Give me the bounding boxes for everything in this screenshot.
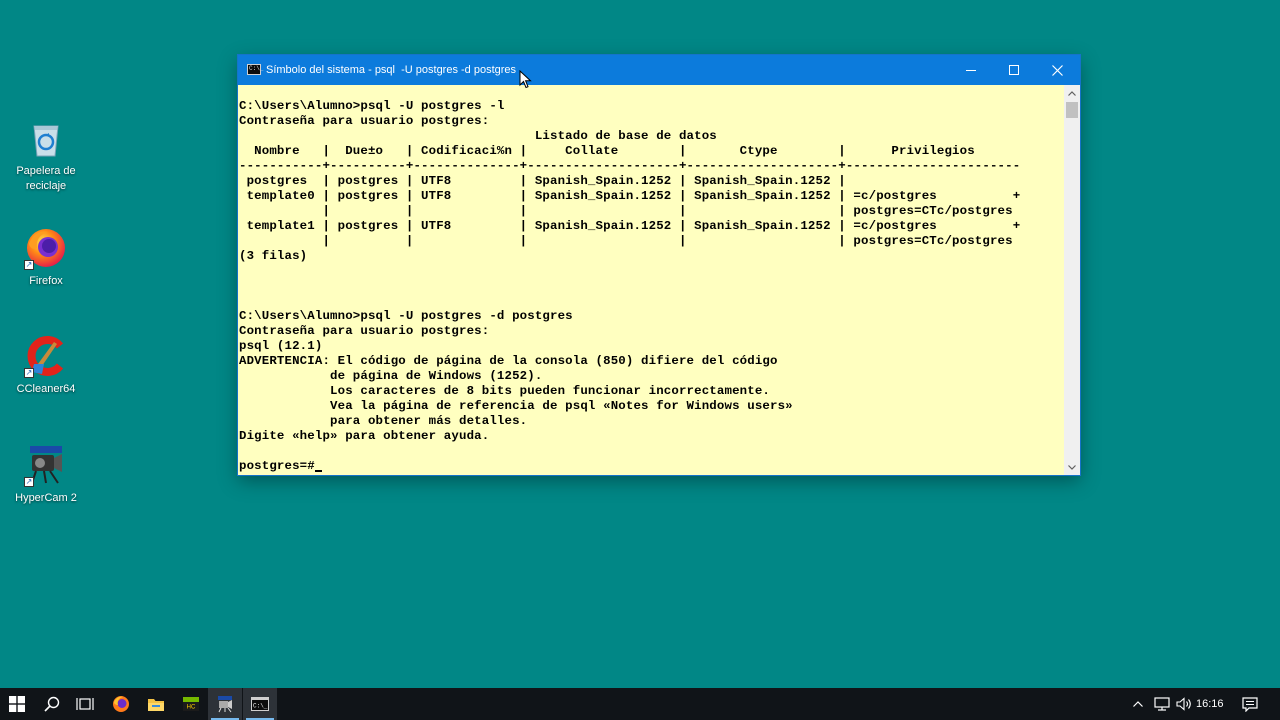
window-titlebar[interactable]: C:\_ Símbolo del sistema - psql -U postg… — [238, 55, 1080, 85]
console-line: Contraseña para usuario postgres: — [239, 324, 490, 338]
windows-start-icon — [9, 696, 25, 712]
close-icon — [1051, 64, 1063, 76]
action-center-button[interactable] — [1238, 688, 1262, 720]
desktop-icon-hypercam[interactable]: ↗ HyperCam 2 — [6, 443, 86, 506]
network-icon — [1154, 697, 1170, 711]
taskbar-hypercam[interactable] — [208, 688, 242, 720]
console-line: Listado de base de datos — [534, 129, 717, 143]
chevron-up-icon — [1068, 90, 1076, 96]
console-line: C:\Users\Alumno>psql -U postgres -d post… — [239, 309, 573, 323]
console-text: C:\Users\Alumno>psql -U postgres -l Cont… — [238, 85, 1064, 474]
maximize-button[interactable] — [992, 55, 1036, 85]
search-button[interactable] — [35, 688, 69, 720]
desktop-icon-label: reciclaje — [25, 180, 67, 192]
file-explorer-icon — [148, 699, 164, 711]
console-line: -----------+----------+--------------+--… — [239, 159, 1021, 173]
tray-overflow-button[interactable] — [1128, 688, 1148, 720]
shortcut-arrow-icon: ↗ — [24, 260, 34, 270]
console-line: de página de Windows (1252). — [330, 369, 543, 383]
task-view-button[interactable] — [68, 688, 102, 720]
console-line: Digite «help» para obtener ayuda. — [239, 429, 490, 443]
console-line: psql (12.1) — [239, 339, 323, 353]
desktop-icon-label: CCleaner64 — [16, 383, 76, 395]
console-line: para obtener más detalles. — [330, 414, 528, 428]
console-line: ADVERTENCIA: El código de página de la c… — [239, 354, 778, 368]
svg-text:HC: HC — [187, 705, 196, 711]
start-button[interactable] — [0, 688, 34, 720]
cmd-icon-text: C:\_ — [249, 65, 264, 72]
desktop-icon-label: Firefox — [29, 275, 63, 287]
ccleaner-icon: ↗ — [24, 334, 68, 378]
window-title: Símbolo del sistema - psql -U postgres -… — [266, 64, 517, 76]
taskbar-clock[interactable]: 16:16 — [1196, 697, 1224, 711]
terminal-icon: C:\_ — [251, 697, 269, 711]
console-line: C:\Users\Alumno>psql -U postgres -l — [239, 99, 505, 113]
minimize-icon — [966, 70, 976, 71]
desktop-icon-ccleaner[interactable]: ↗ CCleaner64 — [6, 334, 86, 397]
hypercam-icon: ↗ — [24, 443, 68, 487]
scroll-thumb[interactable] — [1066, 102, 1078, 118]
text-cursor — [314, 470, 322, 472]
minimize-button[interactable] — [949, 55, 993, 85]
svg-text:C:\_: C:\_ — [253, 703, 268, 710]
firefox-icon: ↗ — [24, 226, 68, 270]
vertical-scrollbar[interactable] — [1064, 85, 1080, 475]
cmd-app-icon: C:\_ — [247, 64, 264, 75]
taskbar-file-explorer[interactable] — [139, 688, 173, 720]
desktop-icon-label: Papelera de — [16, 165, 76, 177]
console-window[interactable]: C:\_ Símbolo del sistema - psql -U postg… — [238, 55, 1080, 475]
firefox-icon — [113, 696, 129, 712]
console-line: template1 | postgres | UTF8 | Spanish_Sp… — [246, 219, 1021, 233]
desktop-icon-recycle-bin[interactable]: Papelera de reciclaje — [6, 116, 86, 194]
desktop-icon-label: HyperCam 2 — [15, 492, 77, 504]
shortcut-arrow-icon: ↗ — [24, 368, 34, 378]
taskbar-app-green[interactable]: HC — [174, 688, 208, 720]
console-line: template0 | postgres | UTF8 | Spanish_Sp… — [246, 189, 1021, 203]
console-line: Nombre | Due±o | Codificaci%n | Collate … — [254, 144, 975, 158]
task-view-icon — [76, 698, 94, 710]
volume-button[interactable] — [1173, 688, 1195, 720]
notifications-icon — [1242, 696, 1258, 712]
maximize-icon — [1009, 65, 1019, 75]
taskbar: HC C:\_ 16:16 — [0, 688, 1280, 720]
console-line: Los caracteres de 8 bits pueden funciona… — [330, 384, 770, 398]
console-line: | | | | | postgres=CTc/postgres — [322, 204, 1013, 218]
desktop-icon-firefox[interactable]: ↗ Firefox — [6, 226, 86, 289]
taskbar-command-prompt[interactable]: C:\_ — [243, 688, 277, 720]
nvidia-icon: HC — [183, 697, 199, 711]
shortcut-arrow-icon: ↗ — [24, 477, 34, 487]
console-line: (3 filas) — [239, 249, 308, 263]
console-line: Vea la página de referencia de psql «Not… — [330, 399, 793, 413]
chevron-down-icon — [1068, 464, 1076, 470]
console-line: | | | | | postgres=CTc/postgres — [322, 234, 1013, 248]
taskbar-firefox[interactable] — [104, 688, 138, 720]
network-button[interactable] — [1151, 688, 1173, 720]
close-button[interactable] — [1035, 55, 1079, 85]
recycle-bin-icon — [24, 116, 68, 160]
console-prompt[interactable]: postgres=# — [239, 459, 315, 473]
chevron-up-icon — [1133, 701, 1143, 707]
hypercam-icon — [218, 696, 232, 713]
mouse-cursor-icon — [519, 70, 532, 89]
console-line: Contraseña para usuario postgres: — [239, 114, 490, 128]
search-icon — [44, 696, 60, 712]
console-output[interactable]: C:\Users\Alumno>psql -U postgres -l Cont… — [238, 85, 1064, 475]
volume-icon — [1176, 697, 1191, 711]
console-line: postgres | postgres | UTF8 | Spanish_Spa… — [246, 174, 846, 188]
scroll-up-button[interactable] — [1064, 85, 1080, 101]
scroll-down-button[interactable] — [1064, 459, 1080, 475]
